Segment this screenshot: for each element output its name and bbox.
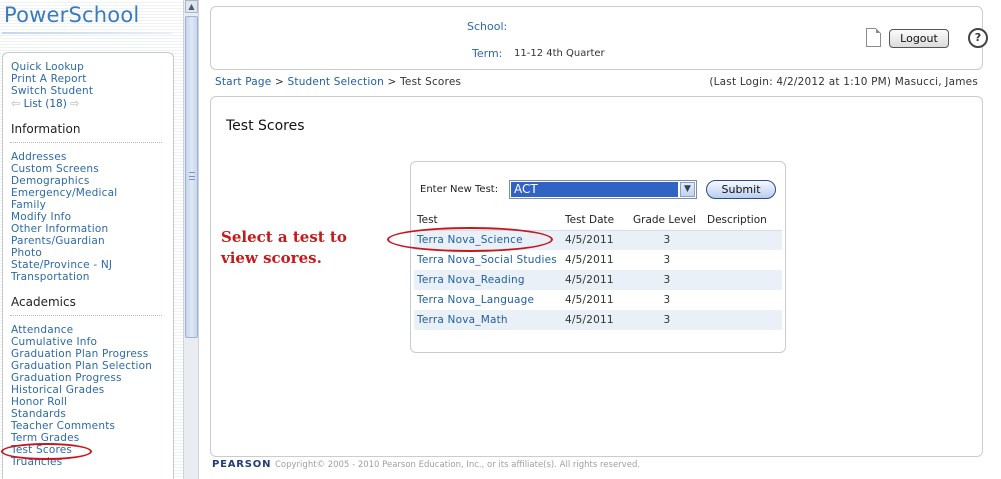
nav-photo[interactable]: Photo — [11, 247, 42, 259]
new-test-select[interactable]: ACT ▼ — [509, 180, 697, 199]
test-date: 4/5/2011 — [562, 270, 630, 290]
nav-switch-student[interactable]: Switch Student — [11, 85, 93, 97]
test-date: 4/5/2011 — [562, 310, 630, 330]
table-row: Terra Nova_Reading 4/5/2011 3 — [414, 270, 782, 290]
column-header-grade-level: Grade Level — [630, 210, 704, 231]
main-content-panel: Test Scores Select a test to view scores… — [210, 96, 983, 457]
test-link[interactable]: Terra Nova_Math — [417, 314, 508, 326]
test-scores-table: Test Test Date Grade Level Description T… — [414, 210, 782, 330]
breadcrumb-student-selection[interactable]: Student Selection — [288, 76, 384, 88]
nav-modify-info[interactable]: Modify Info — [11, 211, 71, 223]
nav-student-list[interactable]: List (18) — [24, 98, 67, 110]
student-list-pager: ⇦ List (18) ⇨ — [11, 97, 79, 110]
nav-graduation-plan-progress[interactable]: Graduation Plan Progress — [11, 348, 148, 360]
breadcrumb: Start Page > Student Selection > Test Sc… — [215, 76, 461, 88]
logo-divider — [2, 32, 172, 34]
nav-standards[interactable]: Standards — [11, 408, 66, 420]
nav-scrollbar[interactable]: ▲ — [183, 0, 199, 479]
new-test-label: Enter New Test: — [420, 184, 499, 195]
test-link[interactable]: Terra Nova_Reading — [417, 274, 525, 286]
nav-truancies[interactable]: Truancies — [11, 456, 62, 468]
nav-term-grades[interactable]: Term Grades — [11, 432, 79, 444]
term-value: 11-12 4th Quarter — [514, 48, 605, 59]
next-arrow-icon[interactable]: ⇨ — [70, 97, 79, 110]
description — [704, 290, 782, 310]
column-header-test: Test — [414, 210, 562, 231]
content-frame: School: Term: 11-12 4th Quarter Logout ?… — [199, 0, 1001, 479]
column-header-description: Description — [704, 210, 782, 231]
school-label: School: — [467, 20, 508, 33]
nav-transportation[interactable]: Transportation — [11, 271, 90, 283]
nav-section-information: Information — [11, 122, 81, 136]
last-login-info: (Last Login: 4/2/2012 at 1:10 PM) Masucc… — [709, 76, 978, 88]
test-date: 4/5/2011 — [565, 254, 614, 266]
nav-custom-screens[interactable]: Custom Screens — [11, 163, 99, 175]
test-date: 4/5/2011 — [562, 230, 630, 250]
table-row: Terra Nova_Language 4/5/2011 3 — [414, 290, 782, 310]
nav-honor-roll[interactable]: Honor Roll — [11, 396, 67, 408]
breadcrumb-separator: > — [387, 76, 397, 88]
table-row: Terra Nova_Social Studies 4/5/2011 3 — [414, 250, 782, 270]
nav-graduation-plan-selection[interactable]: Graduation Plan Selection — [11, 360, 152, 372]
nav-quick-lookup[interactable]: Quick Lookup — [11, 61, 84, 73]
test-link[interactable]: Terra Nova_Language — [417, 294, 534, 306]
nav-emergency-medical[interactable]: Emergency/Medical — [11, 187, 117, 199]
breadcrumb-start-page[interactable]: Start Page — [215, 76, 271, 88]
section-divider — [10, 142, 162, 143]
breadcrumb-current: Test Scores — [400, 76, 462, 88]
test-scores-panel: Enter New Test: ACT ▼ Submit Test Test D… — [410, 161, 786, 353]
grip-icon — [189, 172, 195, 180]
scrollbar-thumb[interactable] — [185, 16, 198, 338]
nav-addresses[interactable]: Addresses — [11, 151, 67, 163]
grade-level: 3 — [630, 270, 704, 290]
nav-historical-grades[interactable]: Historical Grades — [11, 384, 104, 396]
grade-level: 3 — [663, 254, 671, 266]
previous-arrow-icon[interactable]: ⇦ — [11, 97, 20, 110]
submit-button[interactable]: Submit — [706, 180, 776, 199]
table-row: Terra Nova_Math 4/5/2011 3 — [414, 310, 782, 330]
description — [704, 270, 782, 290]
nav-state-province[interactable]: State/Province - NJ — [11, 259, 112, 271]
nav-demographics[interactable]: Demographics — [11, 175, 90, 187]
nav-print-report[interactable]: Print A Report — [11, 73, 87, 85]
grade-level: 3 — [630, 230, 704, 250]
table-header-row: Test Test Date Grade Level Description — [414, 210, 782, 231]
selected-test-value: ACT — [511, 182, 678, 197]
page-title: Test Scores — [226, 118, 305, 134]
term-label: Term: — [472, 47, 503, 60]
nav-parents-guardian[interactable]: Parents/Guardian — [11, 235, 105, 247]
description — [704, 230, 782, 250]
help-icon[interactable]: ? — [968, 28, 988, 48]
table-row: Terra Nova_Science 4/5/2011 3 — [414, 230, 782, 250]
logout-button[interactable]: Logout — [889, 29, 949, 48]
chevron-down-icon[interactable]: ▼ — [680, 182, 695, 197]
nav-section-academics: Academics — [11, 295, 76, 309]
header-panel: School: Term: 11-12 4th Quarter Logout ? — [210, 6, 988, 70]
description — [704, 250, 782, 270]
pearson-logo: PEARSON — [212, 459, 272, 470]
nav-cumulative-info[interactable]: Cumulative Info — [11, 336, 97, 348]
nav-attendance[interactable]: Attendance — [11, 324, 73, 336]
grade-level: 3 — [630, 310, 704, 330]
test-date: 4/5/2011 — [565, 294, 614, 306]
powerschool-logo[interactable]: PowerSchool — [4, 3, 139, 27]
test-link[interactable]: Terra Nova_Social Studies — [417, 254, 557, 266]
nav-teacher-comments[interactable]: Teacher Comments — [11, 420, 115, 432]
nav-other-information[interactable]: Other Information — [11, 223, 108, 235]
document-icon[interactable] — [866, 28, 881, 47]
section-divider — [10, 315, 162, 316]
test-link[interactable]: Terra Nova_Science — [417, 234, 523, 246]
instruction-annotation: Select a test to view scores. — [221, 228, 347, 267]
grade-level: 3 — [663, 294, 671, 306]
left-nav-frame: PowerSchool Quick Lookup Print A Report … — [0, 0, 183, 479]
column-header-test-date: Test Date — [562, 210, 630, 231]
nav-family[interactable]: Family — [11, 199, 46, 211]
description — [704, 310, 782, 330]
scroll-up-arrow-icon[interactable]: ▲ — [185, 0, 198, 13]
breadcrumb-separator: > — [274, 76, 284, 88]
copyright-text: Copyright© 2005 - 2010 Pearson Education… — [275, 460, 641, 470]
nav-test-scores[interactable]: Test Scores — [11, 444, 72, 456]
nav-graduation-progress[interactable]: Graduation Progress — [11, 372, 122, 384]
